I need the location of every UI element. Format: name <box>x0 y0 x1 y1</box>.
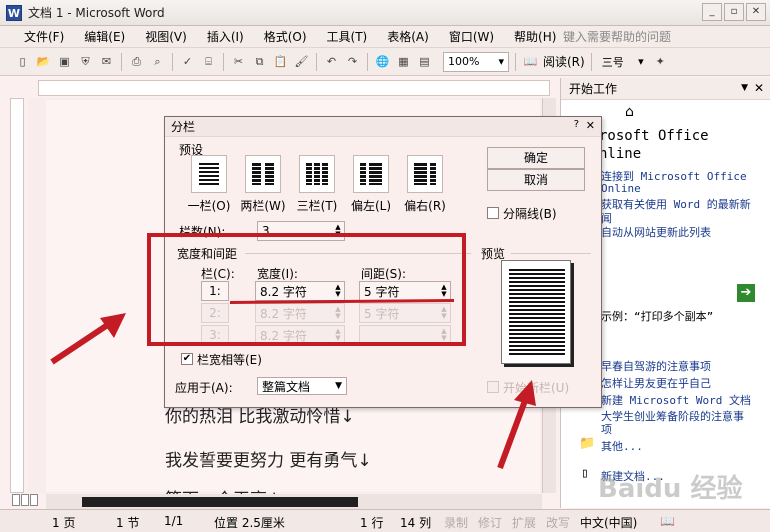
right-arrow-shaft <box>497 396 529 470</box>
annotation-arrows <box>50 313 536 470</box>
left-arrow-shaft <box>50 319 114 365</box>
right-arrow-head <box>514 380 536 406</box>
baidu-watermark: Baidu 经验 <box>598 474 743 504</box>
